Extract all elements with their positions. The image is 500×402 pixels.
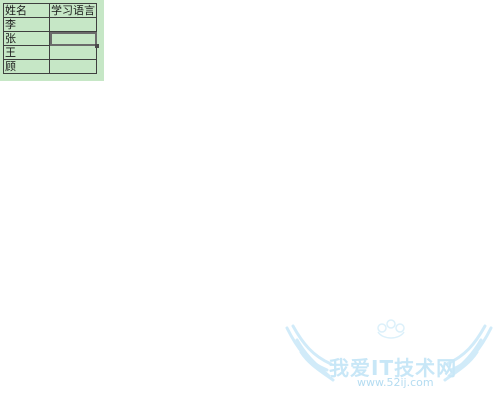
spreadsheet-region: 姓名 学习语言 李 张 王 顾 <box>0 0 104 81</box>
name-cell[interactable]: 张 <box>3 31 50 46</box>
header-row: 姓名 学习语言 <box>3 3 97 18</box>
name-cell[interactable]: 李 <box>3 17 50 32</box>
table-row: 张 <box>3 31 99 48</box>
header-cell-language[interactable]: 学习语言 <box>49 3 97 18</box>
table-row: 王 <box>3 45 97 60</box>
site-watermark: 我爱IT技术网 www.52ij.com <box>283 318 495 398</box>
watermark-url: www.52ij.com <box>357 376 434 389</box>
header-cell-name[interactable]: 姓名 <box>3 3 50 18</box>
table-row: 顾 <box>3 59 97 74</box>
language-cell[interactable] <box>49 17 97 32</box>
name-cell[interactable]: 顾 <box>3 59 50 74</box>
data-table: 姓名 学习语言 李 张 王 顾 <box>3 3 99 74</box>
language-cell[interactable] <box>49 59 97 74</box>
fill-handle[interactable] <box>95 44 99 48</box>
selected-language-cell[interactable] <box>49 31 99 48</box>
spreadsheet-canvas: 姓名 学习语言 李 张 王 顾 我爱IT技术网 www.52ij.com <box>0 0 500 400</box>
table-row: 李 <box>3 17 97 32</box>
language-cell[interactable] <box>49 45 97 60</box>
name-cell[interactable]: 王 <box>3 45 50 60</box>
